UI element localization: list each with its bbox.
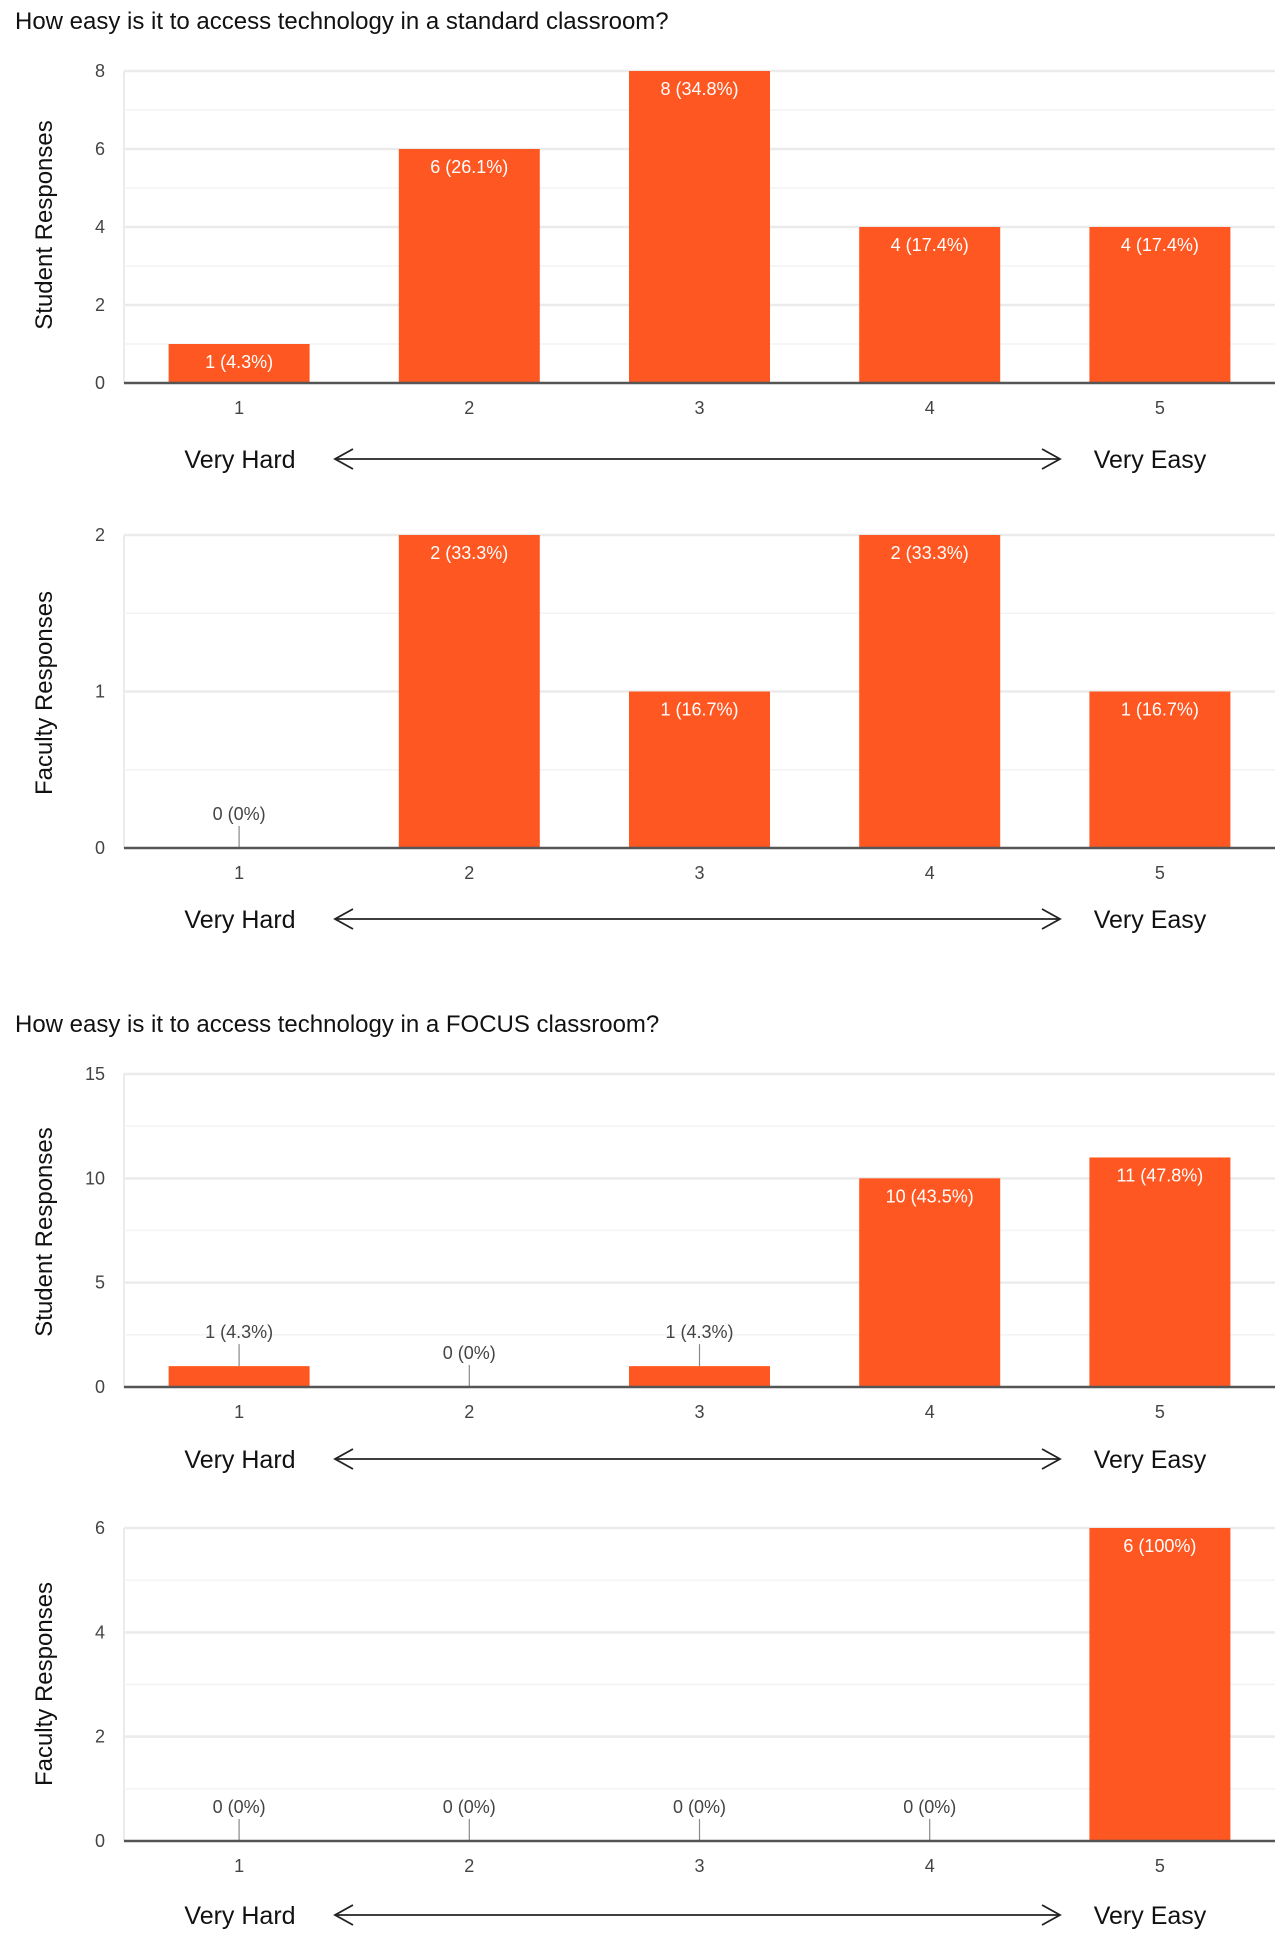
y-tick-label: 0 [95, 838, 105, 858]
bar-data-label: 0 (0%) [213, 804, 266, 824]
y-tick-label: 4 [95, 1622, 105, 1642]
x-tick-label: 2 [464, 863, 474, 883]
y-tick-label: 0 [95, 373, 105, 393]
bar-data-label: 0 (0%) [903, 1797, 956, 1817]
focus-faculty-chart: 0 2 4 6 Faculty Responses 0 (0%) 1 0 (0%) 2 0 (0%… [31, 1518, 1275, 1930]
bar-data-label: 6 (100%) [1123, 1536, 1196, 1556]
standard-student-chart: 0 2 4 6 8 Student Responses 1 (4.3%) 1 6 (26.1%)… [31, 61, 1275, 474]
bar-data-label: 11 (47.8%) [1117, 1165, 1204, 1185]
y-tick-label: 0 [95, 1831, 105, 1851]
bar-5[interactable] [1089, 227, 1231, 383]
scale-high-label: Very Easy [1094, 906, 1207, 934]
bar-data-label: 1 (4.3%) [205, 352, 273, 372]
scale-low-label: Very Hard [184, 1446, 295, 1474]
y-axis-title: Faculty Responses [31, 1582, 58, 1786]
y-tick-label: 4 [95, 217, 105, 237]
y-tick-label: 6 [95, 1518, 105, 1538]
double-arrow-icon [333, 1448, 1062, 1470]
scale-low-label: Very Hard [184, 906, 295, 934]
double-arrow-icon [333, 1904, 1062, 1926]
x-tick-label: 2 [464, 398, 474, 418]
y-tick-label: 8 [95, 61, 105, 81]
y-tick-label: 0 [95, 1377, 105, 1397]
bar-3[interactable] [629, 1366, 770, 1387]
bar-data-label: 2 (33.3%) [430, 543, 508, 563]
bar-data-label: 1 (4.3%) [665, 1322, 733, 1342]
y-tick-label: 6 [95, 139, 105, 159]
y-tick-label: 10 [85, 1168, 105, 1188]
bar-data-label: 4 (17.4%) [1121, 235, 1199, 255]
x-tick-label: 5 [1155, 398, 1165, 418]
double-arrow-icon [333, 448, 1062, 470]
x-tick-label: 2 [464, 1856, 474, 1876]
y-axis-title: Faculty Responses [31, 591, 58, 795]
bar-2[interactable] [398, 535, 540, 848]
standard-faculty-chart: 0 1 2 Faculty Responses 0 (0%) 1 2 (33.3%) 2 1 (… [31, 525, 1275, 934]
bar-data-label: 1 (16.7%) [1121, 700, 1199, 720]
y-tick-label: 15 [85, 1064, 105, 1084]
x-tick-label: 3 [694, 863, 704, 883]
y-tick-label: 2 [95, 1727, 105, 1747]
x-tick-label: 4 [925, 1402, 935, 1422]
scale-low-label: Very Hard [184, 1902, 295, 1930]
scale-high-label: Very Easy [1094, 446, 1207, 474]
bar-data-label: 0 (0%) [443, 1797, 496, 1817]
x-tick-label: 1 [234, 1402, 244, 1422]
bar-data-label: 1 (4.3%) [205, 1322, 273, 1342]
x-tick-label: 5 [1155, 1856, 1165, 1876]
x-tick-label: 5 [1155, 1402, 1165, 1422]
y-tick-label: 5 [95, 1273, 105, 1293]
x-tick-label: 2 [464, 1402, 474, 1422]
bar-data-label: 0 (0%) [673, 1797, 726, 1817]
y-axis-title: Student Responses [31, 120, 58, 329]
bar-data-label: 10 (43.5%) [886, 1186, 974, 1206]
y-axis-title: Student Responses [31, 1127, 58, 1336]
x-tick-label: 4 [925, 1856, 935, 1876]
bar-data-label: 6 (26.1%) [430, 157, 508, 177]
focus-student-chart: 0 5 10 15 Student Responses 1 (4.3%) 1 0 (0%) 2 1… [31, 1064, 1275, 1474]
x-tick-label: 4 [925, 863, 935, 883]
bar-data-label: 2 (33.3%) [891, 543, 969, 563]
x-tick-label: 5 [1155, 863, 1165, 883]
x-tick-label: 3 [694, 1402, 704, 1422]
bar-4[interactable] [859, 1178, 1001, 1387]
scale-low-label: Very Hard [184, 446, 295, 474]
bar-5[interactable] [1089, 691, 1231, 849]
bar-data-label: 4 (17.4%) [891, 235, 969, 255]
x-tick-label: 1 [234, 1856, 244, 1876]
scale-high-label: Very Easy [1094, 1902, 1207, 1930]
bar-3[interactable] [629, 71, 770, 383]
y-tick-label: 2 [95, 295, 105, 315]
y-tick-label: 1 [95, 682, 105, 702]
bar-1[interactable] [168, 344, 310, 383]
bar-4[interactable] [859, 227, 1001, 383]
x-tick-label: 3 [694, 1856, 704, 1876]
bar-5[interactable] [1089, 1528, 1231, 1841]
bar-3[interactable] [629, 691, 770, 849]
x-tick-label: 1 [234, 398, 244, 418]
x-tick-label: 3 [694, 398, 704, 418]
x-tick-label: 4 [925, 398, 935, 418]
bar-2[interactable] [398, 149, 540, 383]
question-title-standard: How easy is it to access technology in a… [15, 8, 669, 35]
x-tick-label: 1 [234, 863, 244, 883]
bar-data-label: 1 (16.7%) [660, 700, 738, 720]
bar-1[interactable] [168, 1366, 310, 1387]
double-arrow-icon [333, 908, 1062, 930]
bar-4[interactable] [859, 535, 1001, 848]
y-tick-label: 2 [95, 525, 105, 545]
bar-data-label: 8 (34.8%) [660, 79, 738, 99]
question-title-focus: How easy is it to access technology in a… [15, 1011, 660, 1038]
bar-data-label: 0 (0%) [213, 1797, 266, 1817]
bar-5[interactable] [1089, 1157, 1231, 1387]
bar-data-label: 0 (0%) [443, 1343, 496, 1363]
scale-high-label: Very Easy [1094, 1446, 1207, 1474]
